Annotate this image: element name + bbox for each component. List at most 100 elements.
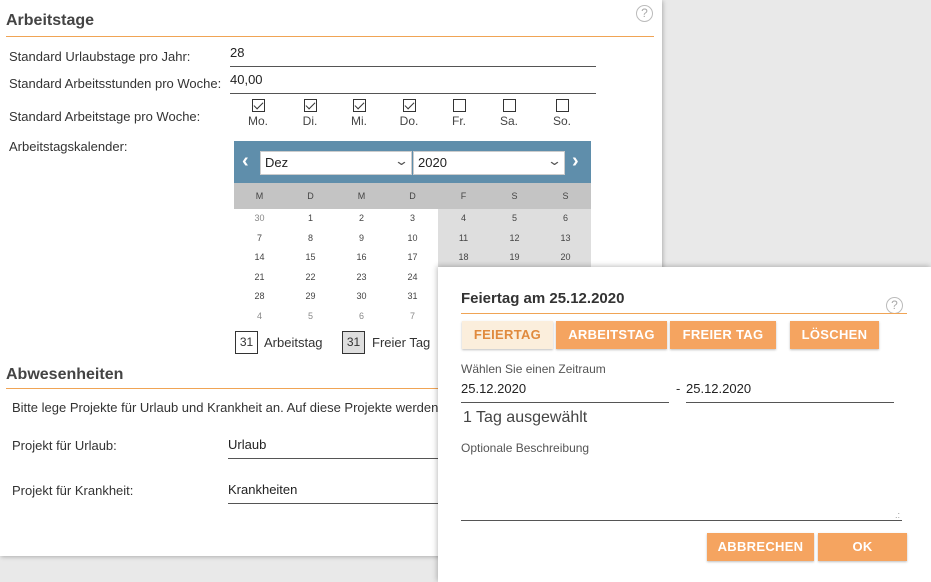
date-to-input[interactable]: 25.12.2020 xyxy=(686,381,894,403)
section-title-work-days: Arbeitstage xyxy=(6,12,95,29)
weekday-label: Di. xyxy=(302,114,318,128)
delete-button[interactable]: LÖSCHEN xyxy=(790,321,879,349)
section-title-absences: Abwesenheiten xyxy=(6,366,124,383)
calendar-label: Arbeitstagskalender: xyxy=(9,139,128,154)
ok-button[interactable]: OK xyxy=(818,533,907,561)
calendar-day[interactable]: 22 xyxy=(285,268,336,288)
weekday-mo[interactable]: Mo. xyxy=(243,99,273,128)
calendar-day[interactable]: 30 xyxy=(234,209,285,229)
calendar-day[interactable]: 31 xyxy=(387,287,438,307)
checkbox-mi[interactable] xyxy=(352,99,366,112)
checkbox-sa[interactable] xyxy=(502,99,516,112)
weekday-sa[interactable]: Sa. xyxy=(494,99,524,128)
year-select[interactable]: 2020 ⌄ xyxy=(413,151,565,175)
calendar-day[interactable]: 7 xyxy=(387,307,438,327)
calendar-day[interactable]: 24 xyxy=(387,268,438,288)
weekday-label: So. xyxy=(552,114,571,128)
dow-label: M xyxy=(357,191,366,201)
description-textarea[interactable]: .: xyxy=(461,461,902,521)
chevron-down-icon: ⌄ xyxy=(393,153,410,168)
calendar-header: ‹ Dez ⌄ 2020 ⌄ › xyxy=(234,141,591,183)
calendar-day[interactable]: 10 xyxy=(387,229,438,249)
chevron-left-icon[interactable]: ‹ xyxy=(242,150,249,173)
sick-project-label: Projekt für Krankheit: xyxy=(12,483,134,498)
calendar-day[interactable]: 2 xyxy=(336,209,387,229)
weekday-label: Fr. xyxy=(452,114,466,128)
calendar-day[interactable]: 4 xyxy=(234,307,285,327)
checkbox-fr[interactable] xyxy=(452,99,466,112)
calendar-day[interactable]: 5 xyxy=(489,209,540,229)
legend-free-swatch: 31 xyxy=(342,331,365,354)
checkbox-di[interactable] xyxy=(303,99,317,112)
range-label: Wählen Sie einen Zeitraum xyxy=(461,362,606,376)
calendar-day[interactable]: 8 xyxy=(285,229,336,249)
chevron-down-icon: ⌄ xyxy=(546,153,563,168)
dow-label: D xyxy=(307,191,314,201)
dialog-title: Feiertag am 25.12.2020 xyxy=(461,290,625,307)
calendar-day[interactable]: 21 xyxy=(234,268,285,288)
selected-days-text: 1 Tag ausgewählt xyxy=(463,409,588,426)
date-range-separator: - xyxy=(676,381,681,396)
date-from-input[interactable]: 25.12.2020 xyxy=(461,381,669,403)
calendar-day[interactable]: 15 xyxy=(285,248,336,268)
calendar-day[interactable]: 30 xyxy=(336,287,387,307)
weekday-header: M D M D F S S xyxy=(234,183,591,209)
calendar-day[interactable]: 1 xyxy=(285,209,336,229)
legend-workday-label: Arbeitstag xyxy=(264,335,323,350)
calendar-day[interactable]: 11 xyxy=(438,228,489,248)
weekday-mi[interactable]: Mi. xyxy=(344,99,374,128)
vacation-project-label: Projekt für Urlaub: xyxy=(12,438,117,453)
checkbox-mo[interactable] xyxy=(251,99,265,112)
calendar-day[interactable]: 14 xyxy=(234,248,285,268)
workday-button[interactable]: ARBEITSTAG xyxy=(556,321,667,349)
calendar-day[interactable]: 6 xyxy=(336,307,387,327)
calendar-week: 14 15 16 17 18 19 20 xyxy=(234,248,591,268)
free-day-button[interactable]: FREIER TAG xyxy=(670,321,776,349)
calendar-day[interactable]: 3 xyxy=(387,209,438,229)
resize-handle-icon[interactable]: .: xyxy=(895,511,900,520)
calendar-day[interactable]: 19 xyxy=(489,248,540,268)
section-divider xyxy=(6,36,654,37)
weekday-label: Mi. xyxy=(351,114,367,128)
holiday-button[interactable]: FEIERTAG xyxy=(462,321,553,349)
calendar-day[interactable]: 28 xyxy=(234,287,285,307)
weekday-di[interactable]: Di. xyxy=(295,99,325,128)
calendar-day[interactable]: 20 xyxy=(540,248,591,268)
weekday-fr[interactable]: Fr. xyxy=(444,99,474,128)
checkbox-do[interactable] xyxy=(402,99,416,112)
calendar-day[interactable]: 16 xyxy=(336,248,387,268)
calendar-day[interactable]: 23 xyxy=(336,268,387,288)
calendar-day[interactable]: 7 xyxy=(234,229,285,249)
calendar-day[interactable]: 5 xyxy=(285,307,336,327)
calendar-day[interactable]: 17 xyxy=(387,248,438,268)
month-select[interactable]: Dez ⌄ xyxy=(260,151,412,175)
weekday-label: Mo. xyxy=(247,114,268,128)
calendar-week: 30 1 2 3 4 5 6 xyxy=(234,209,591,229)
calendar-day[interactable]: 13 xyxy=(540,228,591,248)
vacation-days-input[interactable]: 28 xyxy=(230,45,596,67)
calendar-day[interactable]: 18 xyxy=(438,248,489,268)
cancel-button[interactable]: ABBRECHEN xyxy=(707,533,814,561)
calendar-day[interactable]: 6 xyxy=(540,209,591,229)
calendar-day[interactable]: 4 xyxy=(438,209,489,229)
dow-label: S xyxy=(511,191,518,201)
description-label: Optionale Beschreibung xyxy=(461,441,590,455)
calendar-day[interactable]: 29 xyxy=(285,287,336,307)
help-icon[interactable]: ? xyxy=(636,5,653,22)
legend-workday-swatch: 31 xyxy=(235,331,258,354)
checkbox-so[interactable] xyxy=(555,99,569,112)
weekday-do[interactable]: Do. xyxy=(394,99,424,128)
help-icon[interactable]: ? xyxy=(886,297,903,314)
dialog-title-divider xyxy=(461,313,907,314)
calendar-day[interactable]: 12 xyxy=(489,228,540,248)
vacation-days-label: Standard Urlaubstage pro Jahr: xyxy=(9,49,191,64)
dow-label: S xyxy=(562,191,569,201)
chevron-right-icon[interactable]: › xyxy=(572,150,579,173)
calendar-day[interactable]: 9 xyxy=(336,229,387,249)
legend-free-label: Freier Tag xyxy=(372,335,431,350)
work-hours-input[interactable]: 40,00 xyxy=(230,72,596,94)
weekday-so[interactable]: So. xyxy=(547,99,577,128)
dow-label: F xyxy=(460,191,467,201)
holiday-dialog: Feiertag am 25.12.2020 ? FEIERTAG ARBEIT… xyxy=(438,267,931,582)
dow-label: M xyxy=(255,191,264,201)
